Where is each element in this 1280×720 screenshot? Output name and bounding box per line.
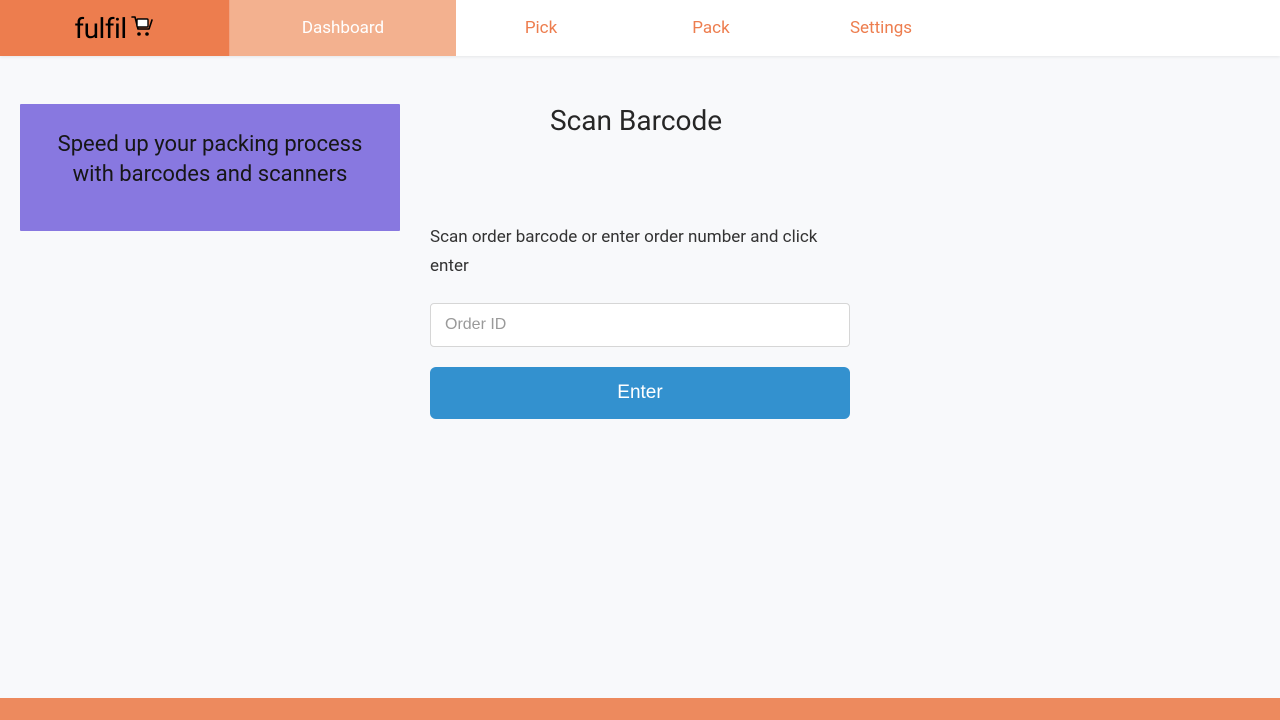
cart-icon [129,12,155,45]
scan-heading: Scan Barcode [550,104,850,137]
nav-tab-settings[interactable]: Settings [796,0,966,56]
order-id-input[interactable] [430,303,850,347]
enter-button[interactable]: Enter [430,367,850,419]
main-content: Speed up your packing process with barco… [0,56,1280,419]
promo-text: Speed up your packing process with barco… [58,132,363,187]
nav-label: Pack [692,18,729,38]
top-navbar: fulfil Dashboard Pick Pack Settings [0,0,1280,56]
brand-text: fulfil [74,12,126,45]
brand-logo[interactable]: fulfil [0,0,230,56]
scan-instructions: Scan order barcode or enter order number… [430,223,850,281]
nav-tab-pick[interactable]: Pick [456,0,626,56]
nav-tab-dashboard[interactable]: Dashboard [230,0,456,56]
nav-tab-pack[interactable]: Pack [626,0,796,56]
footer-bar [0,698,1280,720]
nav-label: Dashboard [302,18,384,38]
brand-name: fulfil [74,12,154,45]
promo-banner: Speed up your packing process with barco… [20,104,400,231]
nav-label: Pick [525,18,557,38]
nav-label: Settings [850,18,912,38]
scan-panel: Scan Barcode Scan order barcode or enter… [430,104,850,419]
